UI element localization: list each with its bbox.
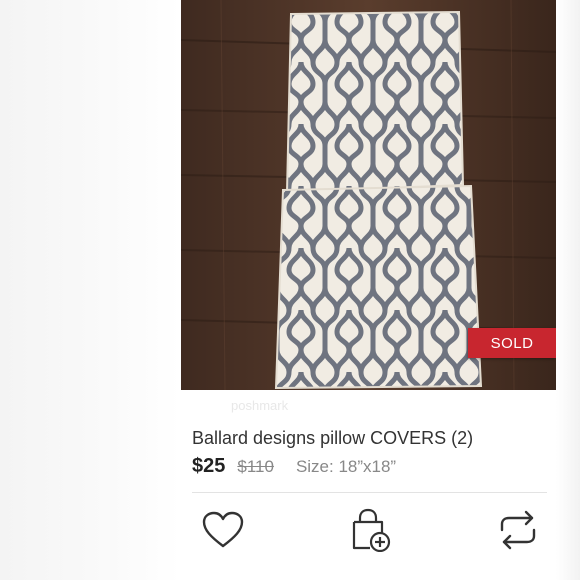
- shopping-bag-plus-icon: [352, 508, 391, 552]
- divider: [192, 492, 547, 493]
- listing-card[interactable]: SOLD poshmark Ballard designs pillow COV…: [181, 0, 556, 580]
- size-label: Size: 18”x18”: [295, 457, 397, 476]
- listing-title[interactable]: Ballard designs pillow COVERS (2): [192, 428, 473, 449]
- sold-badge: SOLD: [468, 328, 556, 358]
- original-price: $110: [237, 457, 274, 476]
- price-row: $25 $110 Size: 18”x18”: [192, 455, 396, 478]
- share-arrows-icon: [500, 510, 536, 550]
- pillow-cover-top: [285, 10, 465, 194]
- pillow-cover-bottom: [274, 184, 483, 390]
- share-button[interactable]: [493, 505, 543, 555]
- watermark-text: poshmark: [231, 398, 289, 413]
- like-button[interactable]: [198, 505, 248, 555]
- listing-photo[interactable]: SOLD: [181, 0, 556, 390]
- background-blur-left: [0, 0, 181, 580]
- add-to-bundle-button[interactable]: [345, 505, 395, 555]
- heart-icon: [202, 511, 244, 548]
- listing-price: $25: [192, 455, 226, 477]
- background-blur-right: [556, 0, 580, 580]
